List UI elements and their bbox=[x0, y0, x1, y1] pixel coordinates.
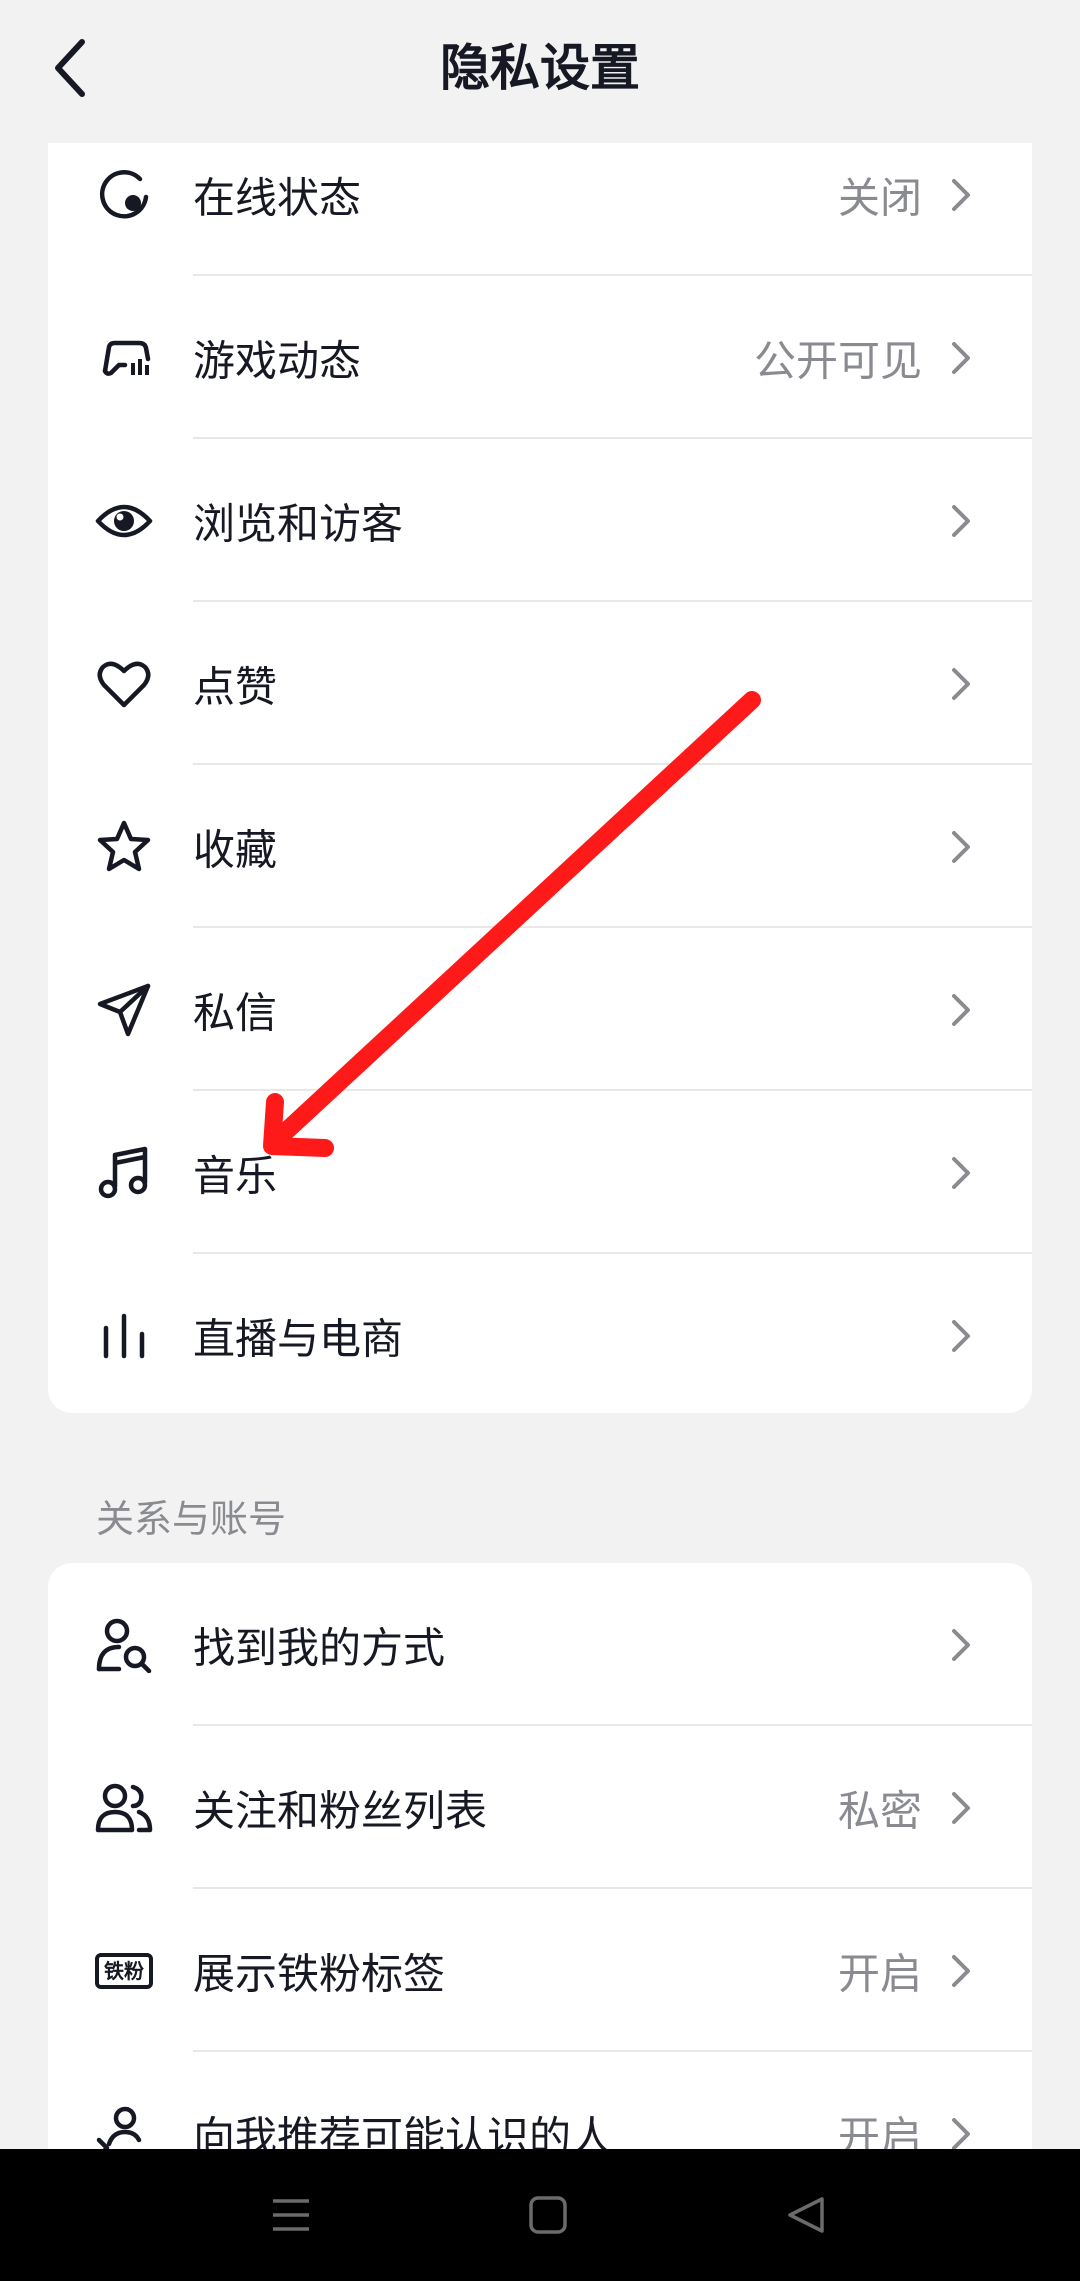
chevron-right-icon bbox=[946, 501, 976, 541]
row-follow-fans-list[interactable]: 关注和粉丝列表 私密 bbox=[48, 1726, 1032, 1889]
page-title: 隐私设置 bbox=[440, 39, 640, 97]
game-controller-icon bbox=[94, 328, 154, 388]
send-icon bbox=[94, 980, 154, 1040]
row-favorites[interactable]: 收藏 bbox=[48, 765, 1032, 928]
menu-button[interactable] bbox=[255, 2179, 327, 2251]
online-status-icon bbox=[94, 165, 154, 225]
row-label: 音乐 bbox=[193, 1151, 278, 1200]
heart-icon bbox=[94, 654, 154, 714]
chevron-right-icon bbox=[946, 175, 976, 215]
chevron-right-icon bbox=[946, 1625, 976, 1665]
chevron-right-icon bbox=[946, 2114, 976, 2154]
row-label: 关注和粉丝列表 bbox=[193, 1786, 488, 1835]
chevron-right-icon bbox=[946, 1316, 976, 1356]
users-icon bbox=[94, 1778, 154, 1838]
row-value: 私密 bbox=[837, 1786, 922, 1835]
chevron-right-icon bbox=[946, 1951, 976, 1991]
user-search-icon bbox=[94, 1615, 154, 1675]
home-button[interactable] bbox=[512, 2179, 584, 2251]
triangle-back-icon bbox=[788, 2197, 824, 2233]
row-label: 游戏动态 bbox=[193, 336, 362, 385]
row-label: 在线状态 bbox=[193, 173, 362, 222]
music-note-icon bbox=[94, 1143, 154, 1203]
row-label: 浏览和访客 bbox=[193, 499, 404, 548]
row-label: 收藏 bbox=[193, 825, 278, 874]
row-label: 直播与电商 bbox=[193, 1314, 404, 1363]
star-icon bbox=[94, 817, 154, 877]
row-value: 公开可见 bbox=[753, 336, 922, 385]
chevron-right-icon bbox=[946, 1153, 976, 1193]
system-nav-bar bbox=[0, 2149, 1080, 2281]
row-live-ecommerce[interactable]: 直播与电商 bbox=[48, 1254, 1032, 1413]
row-fan-badge[interactable]: 铁粉 展示铁粉标签 开启 bbox=[48, 1889, 1032, 2052]
fan-badge-text: 铁粉 bbox=[95, 1952, 153, 1989]
chevron-right-icon bbox=[946, 664, 976, 704]
row-value: 开启 bbox=[837, 1949, 922, 1998]
row-messages[interactable]: 私信 bbox=[48, 928, 1032, 1091]
live-bars-icon bbox=[94, 1306, 154, 1366]
row-label: 点赞 bbox=[193, 662, 278, 711]
privacy-settings-card: 在线状态 关闭 游戏动态 公开可见 浏览和访客 点赞 收藏 私信 音乐 直播与电… bbox=[48, 143, 1032, 1413]
chevron-right-icon bbox=[946, 827, 976, 867]
row-label: 找到我的方式 bbox=[193, 1623, 446, 1672]
back-nav-button[interactable] bbox=[770, 2179, 842, 2251]
square-home-icon bbox=[529, 2196, 567, 2234]
chevron-right-icon bbox=[946, 338, 976, 378]
menu-icon bbox=[273, 2199, 309, 2231]
top-bar: 隐私设置 bbox=[0, 0, 1080, 140]
row-label: 私信 bbox=[193, 988, 278, 1037]
chevron-right-icon bbox=[946, 1788, 976, 1828]
row-value: 关闭 bbox=[837, 173, 922, 222]
section-title: 关系与账号 bbox=[96, 1497, 287, 1541]
row-views-visitors[interactable]: 浏览和访客 bbox=[48, 439, 1032, 602]
eye-icon bbox=[94, 491, 154, 551]
row-find-me[interactable]: 找到我的方式 bbox=[48, 1563, 1032, 1726]
chevron-right-icon bbox=[946, 990, 976, 1030]
fan-badge-icon: 铁粉 bbox=[94, 1941, 154, 2001]
row-label: 展示铁粉标签 bbox=[193, 1949, 446, 1998]
row-game-activity[interactable]: 游戏动态 公开可见 bbox=[48, 276, 1032, 439]
row-online-status[interactable]: 在线状态 关闭 bbox=[48, 143, 1032, 276]
row-likes[interactable]: 点赞 bbox=[48, 602, 1032, 765]
row-music[interactable]: 音乐 bbox=[48, 1091, 1032, 1254]
